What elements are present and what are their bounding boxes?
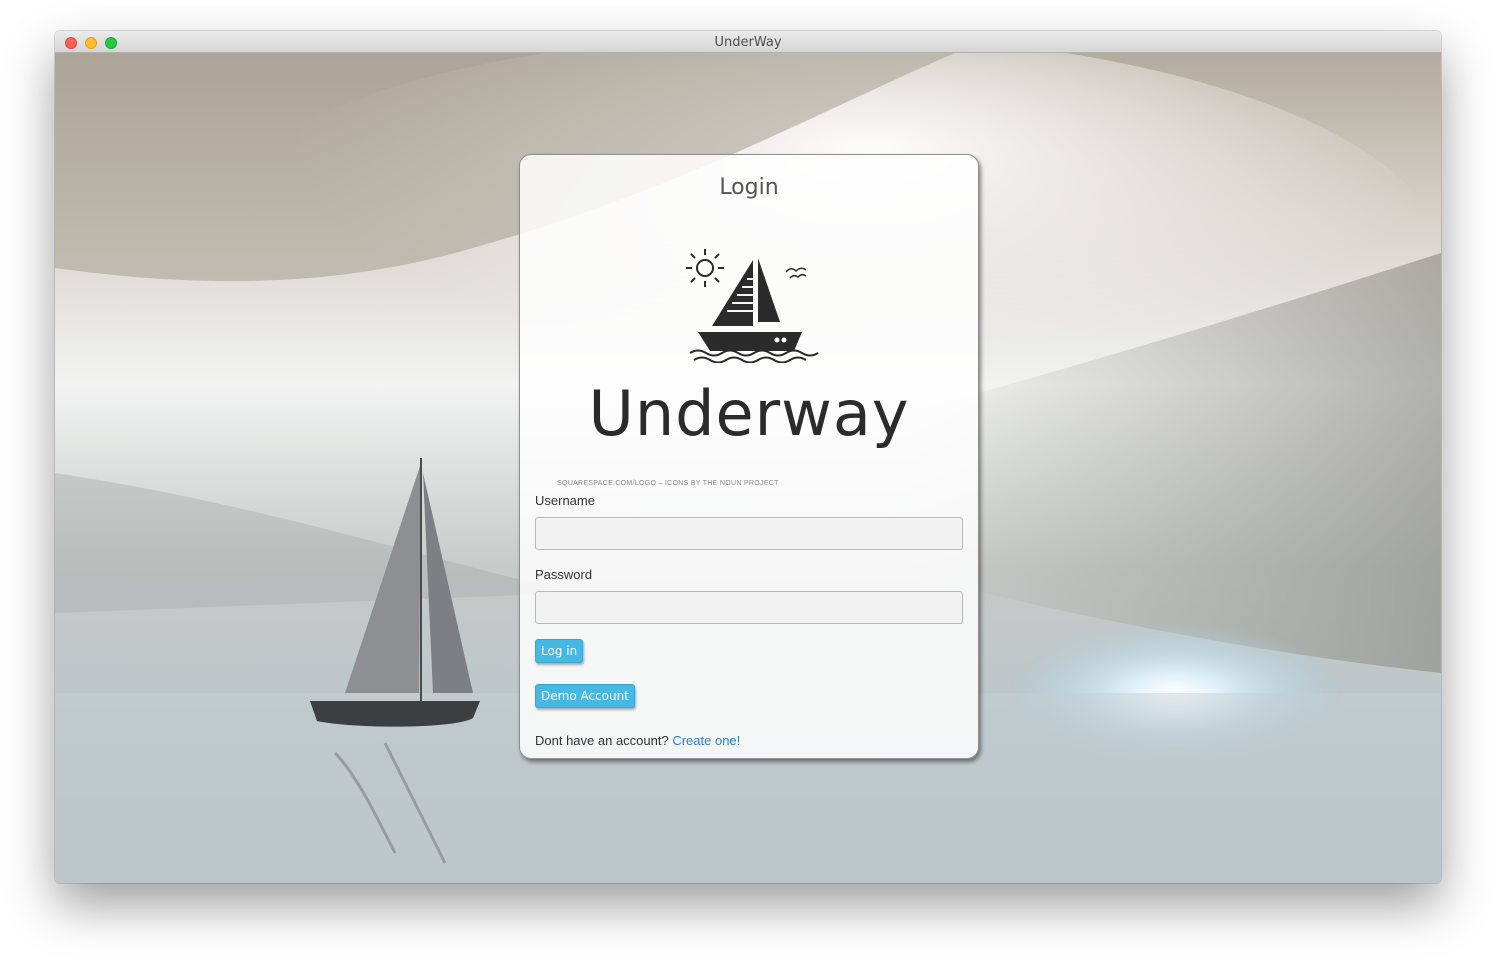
window-title: UnderWay: [714, 35, 782, 50]
signup-row: Dont have an account? Create one!: [535, 733, 740, 748]
login-card: Login Underway SQUARESPACE.COM/LOGO – IC…: [519, 154, 979, 759]
brand-wordmark: Underway: [588, 377, 910, 450]
page-content: Login Underway SQUARESPACE.COM/LOGO – IC…: [55, 53, 1441, 883]
username-label: Username: [535, 493, 595, 508]
sailboat-logo-icon: [686, 249, 819, 363]
birds-icon: [785, 267, 807, 279]
create-account-link[interactable]: Create one!: [672, 733, 740, 748]
signup-prompt: Dont have an account?: [535, 733, 669, 748]
password-input[interactable]: [535, 591, 963, 624]
title-bar[interactable]: UnderWay: [55, 31, 1441, 53]
login-heading: Login: [719, 175, 779, 200]
username-input[interactable]: [535, 517, 963, 550]
login-button[interactable]: Log in: [535, 639, 584, 663]
password-label: Password: [535, 567, 593, 582]
logo-credit: SQUARESPACE.COM/LOGO – ICONS BY THE NOUN…: [557, 480, 779, 487]
sun-icon: [686, 249, 724, 287]
app-window: UnderWay Login Underway SQUARESPACE.COM/…: [55, 31, 1441, 883]
demo-account-button[interactable]: Demo Account: [535, 684, 635, 708]
